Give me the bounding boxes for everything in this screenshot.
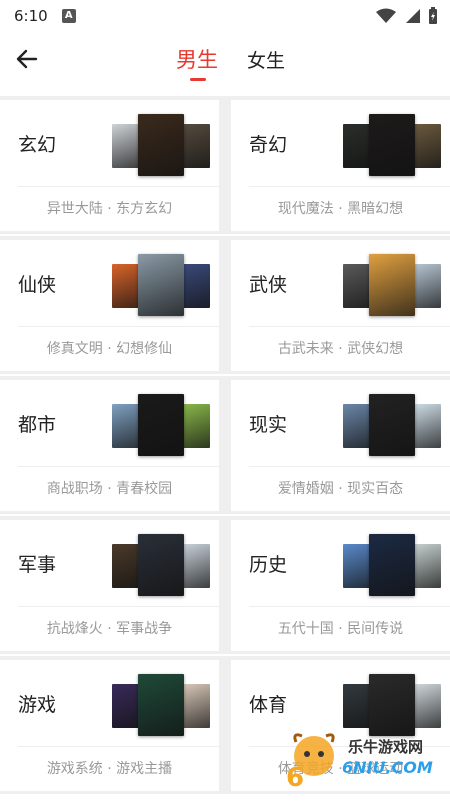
category-tags: 修真文明 · 幻想修仙 xyxy=(46,341,173,357)
tab-female[interactable]: 女生 xyxy=(247,46,285,73)
category-card[interactable]: 现实爱情婚姻 · 现实百态 xyxy=(231,380,450,511)
book-cover xyxy=(343,404,371,448)
category-card[interactable]: 游戏游戏系统 · 游戏主播 xyxy=(0,660,219,791)
book-cover xyxy=(112,404,140,448)
wifi-icon xyxy=(376,8,396,23)
category-card[interactable]: 都市商战职场 · 青春校园 xyxy=(0,380,219,511)
book-cover xyxy=(369,674,415,736)
category-card[interactable]: 历史五代十国 · 民间传说 xyxy=(231,520,450,651)
book-covers xyxy=(112,394,210,456)
category-tags: 五代十国 · 民间传说 xyxy=(277,621,404,637)
book-cover xyxy=(112,264,140,308)
book-cover xyxy=(413,404,441,448)
category-title: 游戏 xyxy=(18,694,57,716)
category-title: 体育 xyxy=(249,694,288,716)
category-card[interactable]: 武侠古武未来 · 武侠幻想 xyxy=(231,240,450,371)
header: 男生 女生 xyxy=(0,32,450,92)
book-covers xyxy=(112,534,210,596)
category-card[interactable]: 仙侠修真文明 · 幻想修仙 xyxy=(0,240,219,371)
book-cover xyxy=(112,544,140,588)
book-covers xyxy=(343,674,441,736)
divider xyxy=(249,606,450,607)
category-row: 军事 抗战烽火 · 军事战争 历史 五代十国 · 民间传说 xyxy=(0,516,450,654)
book-cover xyxy=(343,264,371,308)
category-title: 历史 xyxy=(249,554,288,576)
book-cover xyxy=(138,674,184,736)
divider xyxy=(18,746,219,747)
category-tags: 异世大陆 · 东方玄幻 xyxy=(46,201,173,217)
book-covers xyxy=(112,254,210,316)
divider xyxy=(18,326,219,327)
book-cover xyxy=(112,124,140,168)
book-cover xyxy=(343,124,371,168)
category-tags: 商战职场 · 青春校园 xyxy=(46,481,173,497)
divider xyxy=(18,186,219,187)
status-time: 6:10 xyxy=(14,7,48,25)
book-covers xyxy=(343,114,441,176)
book-cover xyxy=(343,684,371,728)
divider xyxy=(249,326,450,327)
divider xyxy=(249,186,450,187)
category-card[interactable]: 军事抗战烽火 · 军事战争 xyxy=(0,520,219,651)
tab-male[interactable]: 男生 xyxy=(176,44,218,74)
book-covers xyxy=(112,114,210,176)
book-cover xyxy=(182,684,210,728)
book-cover xyxy=(138,114,184,176)
category-title: 现实 xyxy=(249,414,288,436)
book-cover xyxy=(182,124,210,168)
divider xyxy=(18,466,219,467)
watermark-text: 乐牛游戏网 xyxy=(348,738,424,756)
divider xyxy=(249,466,450,467)
category-title: 奇幻 xyxy=(249,134,288,156)
book-cover xyxy=(343,544,371,588)
back-button[interactable] xyxy=(12,44,42,74)
category-title: 都市 xyxy=(18,414,57,436)
book-cover xyxy=(413,544,441,588)
category-title: 武侠 xyxy=(249,274,288,296)
book-covers xyxy=(343,254,441,316)
book-cover xyxy=(182,404,210,448)
book-covers xyxy=(343,534,441,596)
book-cover xyxy=(413,264,441,308)
book-cover xyxy=(138,394,184,456)
svg-text:6: 6 xyxy=(286,763,304,788)
category-row: 玄幻 异世大陆 · 东方玄幻 奇幻 现代魔法 · 黑暗幻想 xyxy=(0,96,450,234)
category-tags: 现代魔法 · 黑暗幻想 xyxy=(277,201,404,217)
arrow-left-icon xyxy=(16,49,38,69)
book-cover xyxy=(413,684,441,728)
book-cover xyxy=(369,534,415,596)
watermark-logo-icon: 6 xyxy=(286,733,335,788)
category-row: 都市 商战职场 · 青春校园 现实 爱情婚姻 · 现实百态 xyxy=(0,376,450,514)
divider xyxy=(18,606,219,607)
book-cover xyxy=(112,684,140,728)
book-cover xyxy=(413,124,441,168)
status-bar: 6:10 A xyxy=(0,0,450,32)
category-title: 玄幻 xyxy=(18,134,57,156)
book-cover xyxy=(182,544,210,588)
category-card[interactable]: 玄幻异世大陆 · 东方玄幻 xyxy=(0,100,219,231)
book-cover xyxy=(182,264,210,308)
notification-icon: A xyxy=(61,9,76,23)
category-card[interactable]: 奇幻现代魔法 · 黑暗幻想 xyxy=(231,100,450,231)
status-icons xyxy=(376,7,438,25)
book-covers xyxy=(343,394,441,456)
book-cover xyxy=(138,254,184,316)
tab-indicator xyxy=(190,78,206,81)
book-cover xyxy=(369,394,415,456)
category-tags: 游戏系统 · 游戏主播 xyxy=(46,761,173,777)
category-row: 仙侠 修真文明 · 幻想修仙 武侠 古武未来 · 武侠幻想 xyxy=(0,236,450,374)
category-tags: 抗战烽火 · 军事战争 xyxy=(46,621,173,637)
category-tags: 爱情婚姻 · 现实百态 xyxy=(277,481,404,497)
book-cover xyxy=(369,114,415,176)
book-cover xyxy=(369,254,415,316)
signal-icon xyxy=(406,9,420,23)
watermark-sub: 6NIU.COM xyxy=(342,758,433,777)
watermark: 6 乐牛游戏网 6NIU.COM xyxy=(282,728,450,788)
category-tags: 古武未来 · 武侠幻想 xyxy=(277,341,404,357)
book-covers xyxy=(112,674,210,736)
category-title: 军事 xyxy=(18,554,57,576)
category-title: 仙侠 xyxy=(18,274,57,296)
book-cover xyxy=(138,534,184,596)
battery-icon xyxy=(429,7,437,24)
